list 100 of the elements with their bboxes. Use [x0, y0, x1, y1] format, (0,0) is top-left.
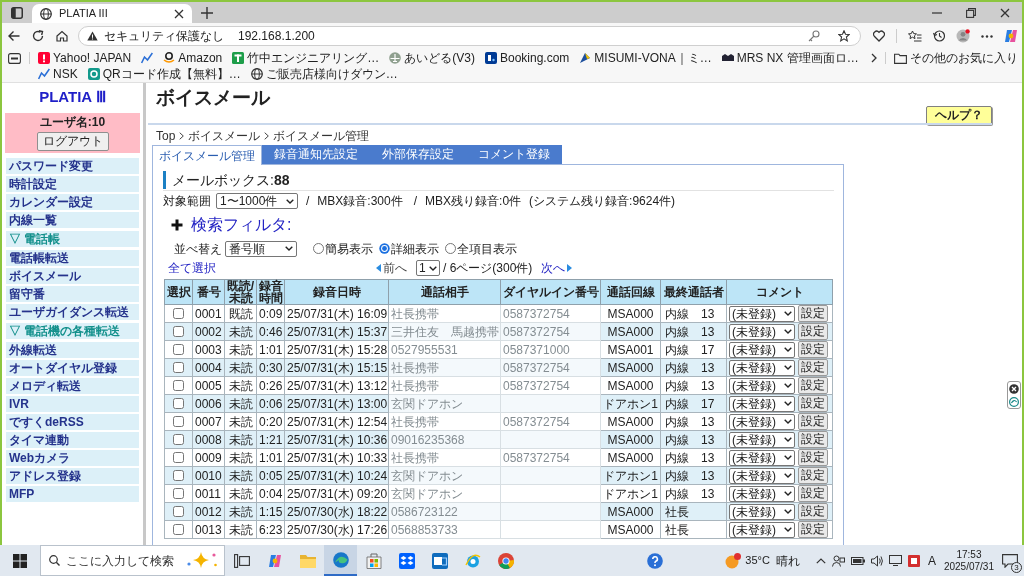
checkbox[interactable] — [173, 362, 184, 373]
menu-item[interactable]: ボイスメール — [6, 268, 139, 284]
checkbox[interactable] — [173, 452, 184, 463]
plus-icon[interactable] — [201, 6, 213, 19]
comment-select[interactable]: (未登録) — [729, 305, 795, 322]
bookmark-link[interactable]: あいどる(V3) — [389, 50, 475, 66]
comment-select[interactable]: (未登録) — [729, 377, 795, 394]
checkbox[interactable] — [173, 416, 184, 427]
tab[interactable]: 録音通知先設定 — [262, 145, 370, 164]
menu-item[interactable]: メロディ転送 — [6, 378, 139, 394]
radio-option[interactable]: 詳細表示 — [379, 239, 439, 258]
set-button[interactable]: 設定 — [798, 323, 828, 340]
notification-icon[interactable] — [1002, 553, 1018, 568]
bookmark-link[interactable] — [141, 50, 154, 66]
colorful-logo-icon[interactable] — [1004, 29, 1018, 43]
set-button[interactable]: 設定 — [798, 485, 828, 502]
chevron-right-icon[interactable] — [871, 53, 877, 63]
menu-item[interactable]: 内線一覧 — [6, 212, 139, 228]
set-button[interactable]: 設定 — [798, 341, 828, 358]
star-icon[interactable] — [838, 30, 850, 42]
set-button[interactable]: 設定 — [798, 431, 828, 448]
tab[interactable]: ボイスメール管理 — [152, 145, 262, 165]
comment-select[interactable]: (未登録) — [729, 449, 795, 466]
sun-icon[interactable] — [725, 552, 742, 569]
breadcrumb-link[interactable]: ボイスメール — [188, 126, 261, 145]
bookmark-link[interactable]: Booking.com — [484, 50, 570, 66]
menu-item[interactable]: ですくdeRSS — [6, 414, 139, 430]
logout-button[interactable]: ログアウト — [36, 132, 109, 151]
menu-item[interactable]: タイマ連動 — [6, 432, 139, 448]
security-label[interactable]: セキュリティ保護なし — [104, 27, 224, 45]
chevron-up-icon[interactable] — [815, 557, 826, 564]
comment-select[interactable]: (未登録) — [729, 503, 795, 520]
menu-item[interactable]: パスワード変更 — [6, 158, 139, 174]
select-all-link[interactable]: 全て選択 — [168, 259, 216, 277]
comment-select[interactable]: (未登録) — [729, 431, 795, 448]
browser-tab[interactable]: PLATIA III — [32, 4, 192, 23]
monitor-icon[interactable] — [888, 555, 902, 566]
person-icon[interactable] — [831, 554, 845, 567]
start-icon[interactable] — [13, 553, 27, 568]
favorites-list-icon[interactable] — [908, 30, 922, 42]
close-icon[interactable] — [174, 8, 184, 19]
search-field[interactable]: ここに入力して検索 — [40, 545, 225, 576]
checkbox[interactable] — [173, 380, 184, 391]
help-icon[interactable] — [647, 552, 664, 569]
radio-button[interactable] — [379, 243, 390, 254]
checkbox[interactable] — [173, 524, 184, 535]
menu-item[interactable]: アドレス登録 — [6, 468, 139, 484]
sort-select[interactable]: 番号順 — [225, 240, 297, 257]
history-icon[interactable] — [933, 30, 945, 42]
comment-select[interactable]: (未登録) — [729, 413, 795, 430]
refresh-icon[interactable] — [32, 30, 44, 42]
checkbox[interactable] — [173, 434, 184, 445]
checkbox[interactable] — [173, 488, 184, 499]
menu-item[interactable]: Webカメラ — [6, 450, 139, 466]
set-button[interactable]: 設定 — [798, 503, 828, 520]
tile-logo-icon[interactable] — [907, 554, 920, 567]
bookmark-link[interactable]: MISUMI-VONA｜ミ… — [579, 50, 712, 66]
comment-select[interactable]: (未登録) — [729, 521, 795, 538]
filter-toggle[interactable]: 検索フィルタ: — [171, 215, 292, 234]
menu-item[interactable]: カレンダー設定 — [6, 194, 139, 210]
checkbox[interactable] — [173, 326, 184, 337]
set-button[interactable]: 設定 — [798, 449, 828, 466]
bookmark-folder-link[interactable]: その他のお気に入り — [894, 49, 1018, 67]
circle-logo-icon[interactable] — [1009, 396, 1019, 407]
card-icon[interactable] — [8, 52, 21, 64]
avatar-icon[interactable] — [956, 29, 970, 43]
comment-select[interactable]: (未登録) — [729, 341, 795, 358]
menu-item[interactable]: 留守番 — [6, 286, 139, 302]
set-button[interactable]: 設定 — [798, 521, 828, 538]
restore-icon[interactable] — [966, 7, 976, 18]
set-button[interactable]: 設定 — [798, 359, 828, 376]
menu-item[interactable]: MFP — [6, 486, 139, 502]
input-indicator[interactable]: A — [927, 551, 936, 570]
radio-button[interactable] — [445, 243, 456, 254]
key-icon[interactable] — [808, 30, 820, 42]
menu-item[interactable]: 外線転送 — [6, 342, 139, 358]
comment-select[interactable]: (未登録) — [729, 485, 795, 502]
close-icon[interactable] — [1009, 383, 1019, 394]
menu-item[interactable]: 時計設定 — [6, 176, 139, 192]
bookmark-link[interactable]: MRS NX 管理画面ロ… — [721, 50, 859, 66]
checkbox[interactable] — [173, 470, 184, 481]
radio-button[interactable] — [313, 243, 324, 254]
menu-item[interactable]: ユーザガイダンス転送 — [6, 304, 139, 320]
breadcrumb-link[interactable]: Top — [156, 126, 176, 145]
speaker-icon[interactable] — [870, 554, 883, 567]
close-icon[interactable] — [1000, 7, 1010, 18]
set-button[interactable]: 設定 — [798, 377, 828, 394]
bookmark-link[interactable]: Amazon — [163, 50, 223, 66]
minimize-icon[interactable] — [932, 11, 942, 14]
comment-select[interactable]: (未登録) — [729, 467, 795, 484]
comment-select[interactable]: (未登録) — [729, 323, 795, 340]
tab-list-icon[interactable] — [11, 6, 23, 19]
checkbox[interactable] — [173, 506, 184, 517]
bookmark-link[interactable]: Yahoo! JAPAN — [38, 50, 132, 66]
bookmark-link[interactable]: ご販売店様向けダウン… — [250, 66, 398, 82]
comment-select[interactable]: (未登録) — [729, 359, 795, 376]
battery-icon[interactable] — [850, 556, 865, 565]
more-icon[interactable] — [981, 34, 993, 38]
back-arrow-icon[interactable] — [8, 30, 20, 42]
address-bar[interactable]: セキュリティ保護なし 192.168.1.200 — [78, 26, 861, 46]
